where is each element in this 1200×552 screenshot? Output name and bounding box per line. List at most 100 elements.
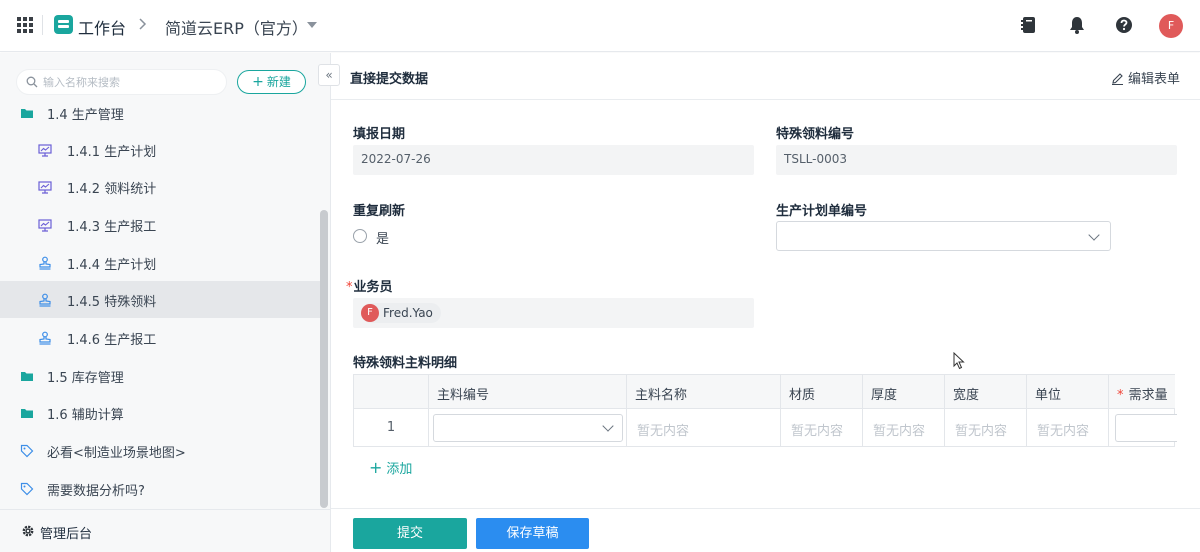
workspace-icon[interactable] [54,15,73,34]
member-avatar: F [361,304,379,322]
form-stamp-icon [39,331,51,345]
table-header-width: 宽度 [945,375,1027,409]
notebook-icon[interactable] [1019,15,1039,35]
sidebar-item-label: 1.4.1 生产计划 [67,145,157,160]
sidebar-item-production-plan-form[interactable]: 1.4.4 生产计划 [0,244,320,281]
plan-no-label: 生产计划单编号 [776,204,868,219]
edit-form-label: 编辑表单 [1128,72,1181,87]
form-stamp-icon [39,293,51,307]
folder-icon [21,372,33,381]
salesman-label: *业务员 [346,276,393,295]
sidebar-item-label: 需要数据分析吗? [47,484,145,499]
tag-icon [20,482,34,496]
submit-button[interactable]: 提交 [353,518,467,549]
table-header-material-no: 主料编号 [429,375,627,409]
sidebar-item-scenario-map[interactable]: 必看<制造业场景地图> [0,432,320,469]
sidebar-item-label: 1.4.2 领料统计 [67,182,157,197]
plus-icon: + [252,74,264,90]
sidebar-collapse-button[interactable]: « [318,64,340,86]
table-header-demand: * 需求量 [1109,375,1175,409]
dashboard-icon [38,144,52,157]
member-chip[interactable]: F Fred.Yao [361,303,441,323]
folder-icon [21,409,33,418]
form-panel: 直接提交数据 编辑表单 填报日期 2022-07-26 特殊领料编号 TSLL-… [331,53,1200,552]
search-box[interactable] [16,69,227,95]
special-no-label: 特殊领料编号 [776,127,855,142]
report-date-value: 2022-07-26 [361,152,431,166]
row-index: 1 [354,409,429,446]
app-name[interactable]: 简道云ERP（官方） [165,15,308,39]
sidebar-item-label: 1.4.4 生产计划 [67,258,157,273]
admin-console-label: 管理后台 [40,527,93,542]
app-switch-caret-icon[interactable] [307,22,317,28]
folder-icon [21,109,33,118]
sidebar-item-label: 1.4.6 生产报工 [67,333,157,348]
demand-header-label: 需求量 [1128,388,1168,403]
sidebar-item-work-report-dashboard[interactable]: 1.4.3 生产报工 [0,206,320,243]
table-header-unit: 单位 [1027,375,1109,409]
sidebar-item-label: 1.4.3 生产报工 [67,220,157,235]
search-input[interactable] [43,73,223,91]
thickness-cell: 暂无内容 [863,409,945,446]
add-row-button[interactable]: + 添加 [369,458,412,477]
sidebar-item-production-plan-dashboard[interactable]: 1.4.1 生产计划 [0,131,320,168]
sidebar-item-data-analysis[interactable]: 需要数据分析吗? [0,470,320,507]
admin-console-link[interactable]: 管理后台 [0,509,330,552]
report-date-field: 2022-07-26 [353,145,754,175]
pencil-icon [1112,73,1123,85]
form-footer: 提交 保存草稿 [331,508,1200,552]
workspace-link[interactable]: 工作台 [78,15,126,39]
texture-cell: 暂无内容 [781,409,863,446]
sidebar-item-aux-calc[interactable]: 1.6 辅助计算 [0,394,320,431]
chevron-down-icon [1088,229,1100,241]
edit-form-link[interactable]: 编辑表单 [1111,68,1180,87]
sidebar-item-special-material[interactable]: 1.4.5 特殊领料 [0,281,320,318]
header-divider [42,15,43,35]
detail-table: 主料编号 主料名称 材质 厚度 宽度 单位 * 需求量 1 暂无内容 暂无内容 … [353,374,1177,447]
sidebar-scrollbar[interactable] [320,210,328,508]
sidebar-item-label: 1.4.5 特殊领料 [67,295,157,310]
sidebar-item-production[interactable]: 1.4 生产管理 [0,103,320,131]
sidebar-item-inventory[interactable]: 1.5 库存管理 [0,357,320,394]
sidebar-item-label: 1.5 库存管理 [47,371,124,386]
unit-cell: 暂无内容 [1027,409,1109,446]
plus-icon: + [369,458,383,477]
detail-title: 特殊领料主料明细 [353,356,458,371]
salesman-field[interactable]: F Fred.Yao [353,298,754,328]
add-row-label: 添加 [386,462,413,477]
breadcrumb-separator-icon [138,14,148,38]
sidebar-item-material-stats[interactable]: 1.4.2 领料统计 [0,168,320,205]
new-button[interactable]: + 新建 [237,70,306,94]
repeat-refresh-option: 是 [376,232,390,247]
top-header: 工作台 简道云ERP（官方） F [0,0,1200,52]
sidebar-item-work-report-form[interactable]: 1.4.6 生产报工 [0,319,320,356]
form-title: 直接提交数据 [350,72,429,87]
material-name-cell: 暂无内容 [627,409,781,446]
material-no-select[interactable] [433,414,623,442]
help-icon[interactable] [1114,15,1134,35]
width-cell: 暂无内容 [945,409,1027,446]
apps-grid-icon[interactable] [17,17,33,33]
form-stamp-icon [39,256,51,270]
radio-circle-icon [353,229,367,243]
table-header-index [354,375,429,409]
salesman-label-text: 业务员 [353,280,393,295]
demand-input[interactable] [1115,414,1177,442]
plan-no-select[interactable] [776,221,1111,251]
table-header-texture: 材质 [781,375,863,409]
notification-bell-icon[interactable] [1067,15,1087,35]
sidebar-item-label: 必看<制造业场景地图> [47,446,186,461]
search-icon [26,76,38,88]
report-date-label: 填报日期 [353,127,406,142]
tag-icon [20,444,34,458]
special-no-value: TSLL-0003 [784,152,847,166]
repeat-refresh-label: 重复刷新 [353,204,406,219]
user-avatar[interactable]: F [1159,14,1183,38]
sidebar-item-label: 1.4 生产管理 [47,108,124,123]
chevron-down-icon [602,420,614,432]
table-header-thickness: 厚度 [863,375,945,409]
dashboard-icon [38,219,52,232]
required-mark: * [1117,388,1124,403]
save-draft-button[interactable]: 保存草稿 [476,518,589,549]
gear-icon [22,525,34,537]
